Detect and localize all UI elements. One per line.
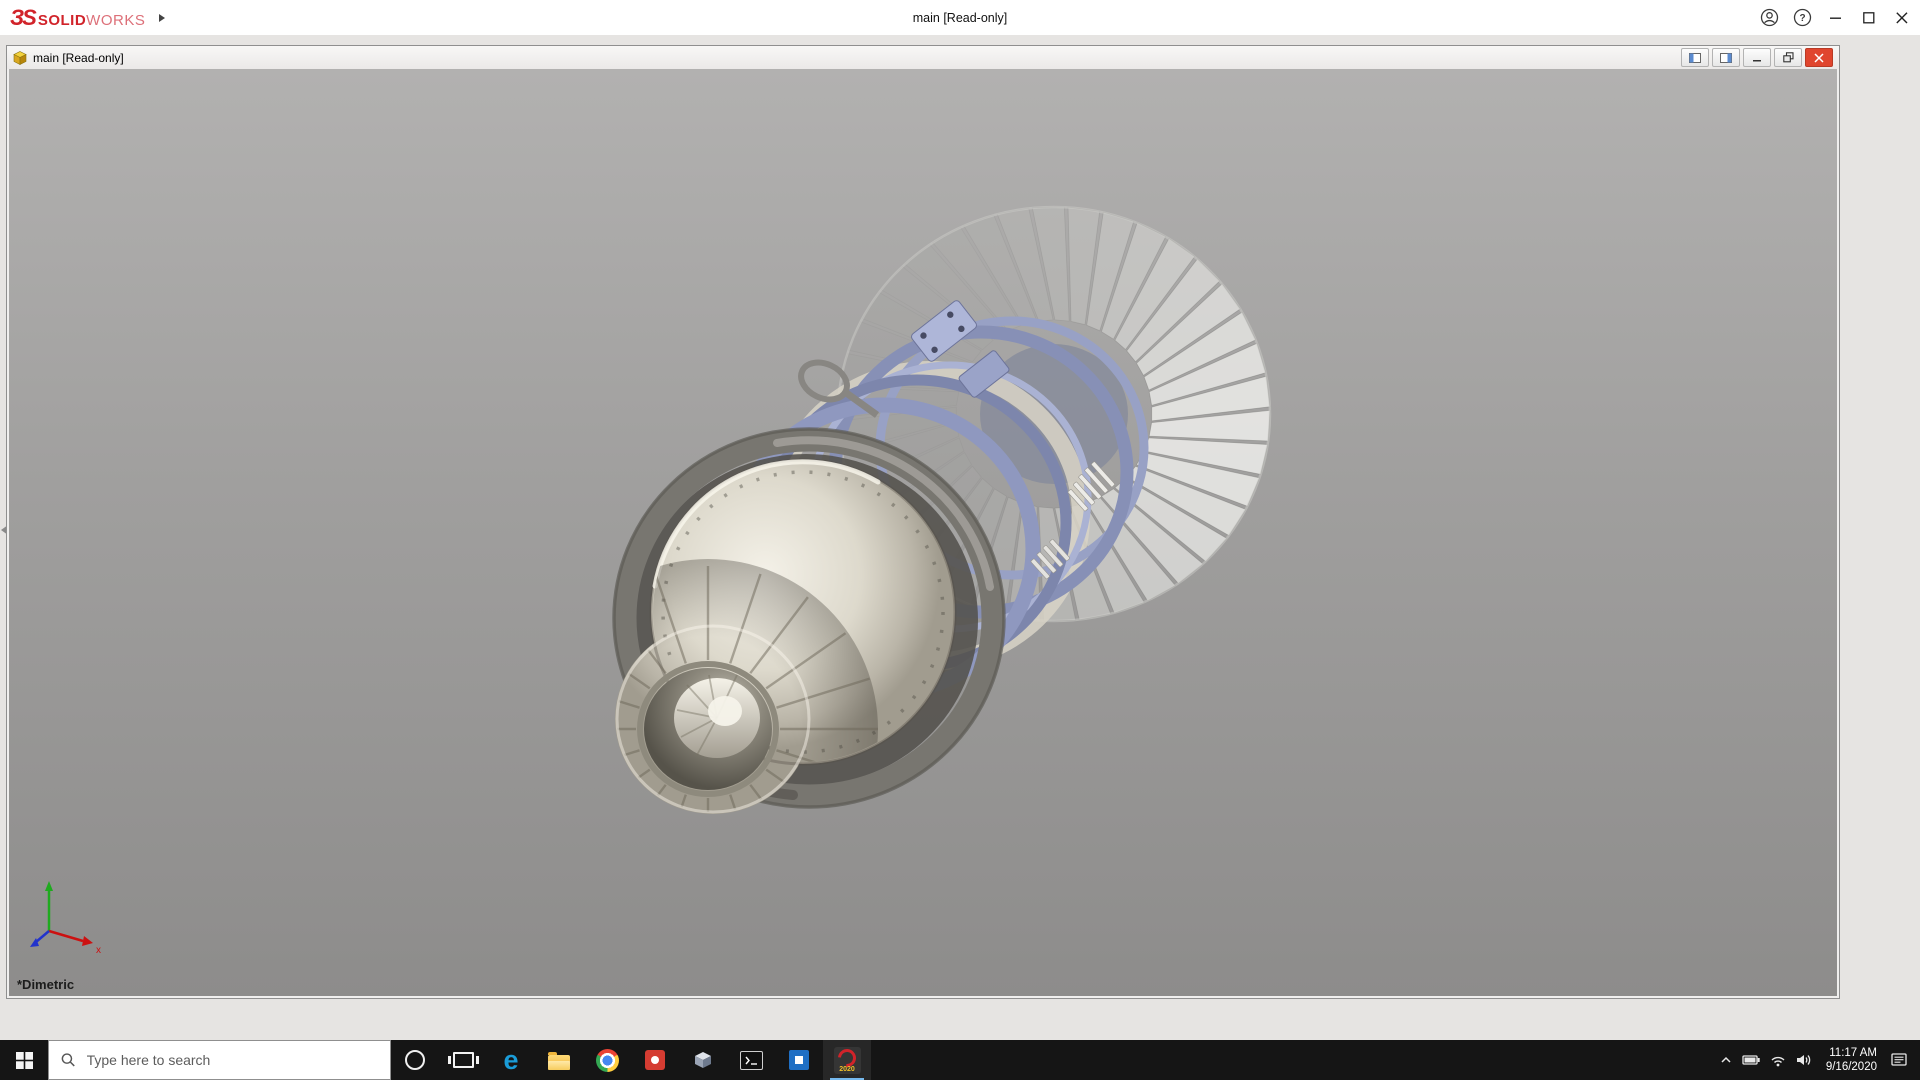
app-window-controls: ? (1753, 0, 1918, 35)
chrome-icon (595, 1048, 619, 1072)
windows-logo-icon (15, 1051, 33, 1069)
assembly-cube-icon (13, 50, 27, 65)
show-left-pane-button[interactable] (1681, 48, 1709, 67)
task-view-icon (447, 1052, 479, 1068)
help-button[interactable]: ? (1786, 0, 1819, 35)
document-close-button[interactable] (1805, 48, 1833, 67)
file-explorer-button[interactable] (535, 1040, 583, 1080)
account-icon (1760, 8, 1779, 27)
taskbar-search[interactable] (48, 1040, 391, 1080)
document-window-controls (1681, 48, 1835, 67)
tray-overflow-button[interactable] (1713, 1040, 1739, 1080)
left-pane-icon (1689, 52, 1701, 63)
action-center-icon (1890, 1052, 1907, 1066)
right-pane-icon (1720, 52, 1732, 63)
terminal-button[interactable] (727, 1040, 775, 1080)
chrome-button[interactable] (583, 1040, 631, 1080)
document-minimize-icon (1753, 59, 1761, 61)
search-icon (61, 1053, 75, 1067)
svg-text:x: x (96, 945, 101, 956)
solidworks-2020-button[interactable]: 2020 (823, 1040, 871, 1080)
document-window: main [Read-only] x *Dimetric (6, 45, 1840, 999)
task-view-button[interactable] (439, 1040, 487, 1080)
document-restore-icon (1782, 52, 1794, 63)
graphics-viewport[interactable]: x *Dimetric (9, 69, 1837, 996)
solidworks-app-icon: 2020 (833, 1045, 861, 1074)
document-restore-button[interactable] (1774, 48, 1802, 67)
cortana-button[interactable] (391, 1040, 439, 1080)
solidworks-logo-solid: SOLID (37, 11, 87, 29)
network-status[interactable] (1765, 1040, 1791, 1080)
minimize-icon (1829, 17, 1841, 19)
account-button[interactable] (1753, 0, 1786, 35)
app-titlebar: ЗS SOLID WORKS main [Read-only] ? (0, 0, 1920, 36)
wifi-icon (1771, 1056, 1785, 1067)
volume-status[interactable] (1791, 1040, 1817, 1080)
close-button[interactable] (1885, 0, 1918, 35)
solidworks-logo: ЗS SOLID WORKS (0, 5, 145, 31)
battery-status[interactable] (1739, 1040, 1765, 1080)
speaker-icon (1796, 1055, 1811, 1065)
battery-icon (1742, 1055, 1761, 1065)
red-app-icon (645, 1050, 665, 1070)
cube-app-button[interactable] (679, 1040, 727, 1080)
document-title: main [Read-only] (33, 50, 124, 65)
view-orientation-label: *Dimetric (17, 977, 75, 992)
orientation-triad[interactable]: x (30, 881, 101, 956)
search-input[interactable] (84, 1051, 378, 1069)
jet-engine-model: x (30, 205, 1272, 956)
edge-icon: e (503, 1044, 519, 1075)
solidworks-year-badge: 2020 (839, 1065, 855, 1073)
minimize-button[interactable] (1819, 0, 1852, 35)
app-client-area: main [Read-only] x *Dimetric (0, 35, 1920, 1040)
edge-button[interactable]: e (487, 1040, 535, 1080)
clock-date: 9/16/2020 (1825, 1061, 1877, 1073)
menu-expander-icon[interactable] (159, 13, 166, 22)
show-right-pane-button[interactable] (1712, 48, 1740, 67)
blue-app-button[interactable] (775, 1040, 823, 1080)
cortana-icon (405, 1050, 425, 1070)
svg-text:?: ? (1799, 13, 1805, 24)
red-app-button[interactable] (631, 1040, 679, 1080)
action-center-button[interactable] (1886, 1040, 1912, 1080)
solidworks-logo-mark: ЗS (10, 4, 37, 30)
maximize-button[interactable] (1852, 0, 1885, 35)
cube-app-icon (695, 1052, 711, 1068)
document-close-icon (1814, 52, 1824, 63)
start-button[interactable] (0, 1040, 48, 1080)
blue-app-icon (789, 1050, 809, 1070)
terminal-icon (739, 1050, 763, 1070)
app-window-title: main [Read-only] (912, 10, 1008, 25)
chevron-up-icon (1721, 1056, 1731, 1063)
maximize-icon (1862, 11, 1874, 23)
system-tray: 11:17 AM 9/16/2020 (1713, 1040, 1920, 1080)
solidworks-logo-works: WORKS (86, 11, 146, 29)
document-titlebar: main [Read-only] (7, 46, 1839, 69)
windows-taskbar: e 2020 (0, 1040, 1920, 1080)
folder-icon (548, 1051, 570, 1070)
close-icon (1895, 11, 1907, 23)
taskbar-clock[interactable]: 11:17 AM 9/16/2020 (1817, 1046, 1886, 1074)
help-icon: ? (1793, 8, 1812, 27)
document-minimize-button[interactable] (1743, 48, 1771, 67)
clock-time: 11:17 AM (1829, 1047, 1877, 1059)
